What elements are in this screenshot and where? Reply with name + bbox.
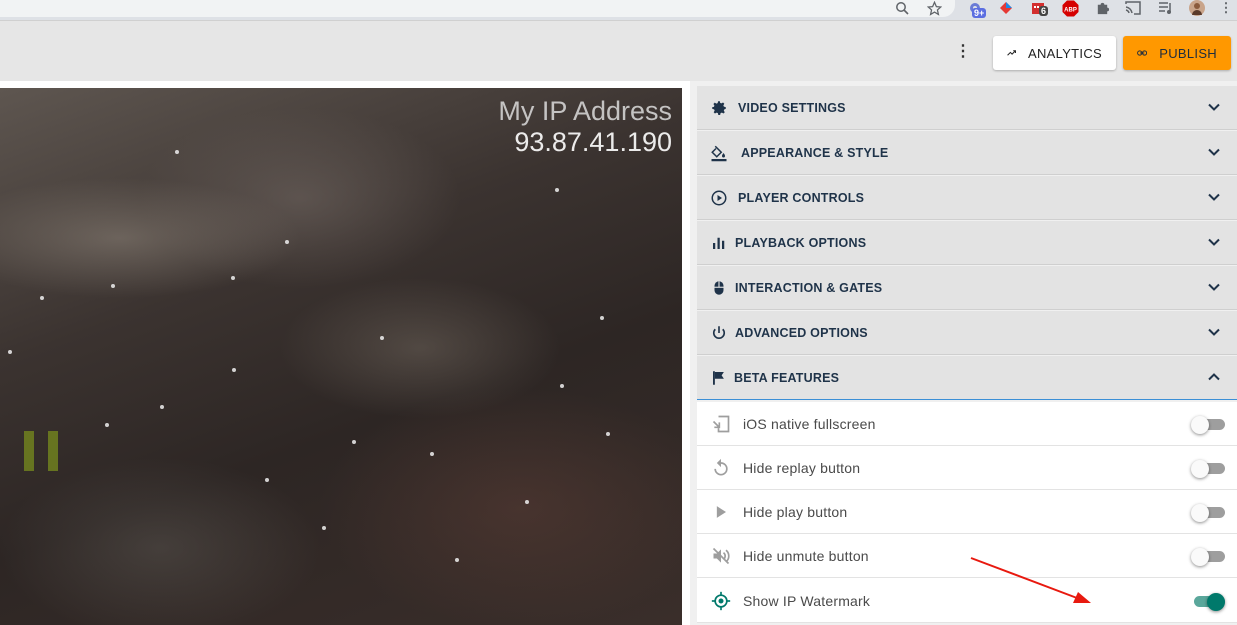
snow-particle [160,405,164,409]
ios-fullscreen-toggle[interactable] [1191,416,1225,434]
fullscreen-exit-icon [712,415,730,433]
zoom-icon[interactable] [893,0,911,16]
analytics-label: ANALYTICS [1028,45,1102,61]
more-options-icon[interactable]: ⋮ [955,43,971,61]
ip-watermark: My IP Address 93.87.41.190 [498,96,672,158]
feature-row-hide-play: Hide play button [697,490,1237,534]
snow-particle [265,478,269,482]
snow-particle [555,188,559,192]
play-icon [716,506,726,518]
section-playback-options[interactable]: PLAYBACK OPTIONS [697,221,1237,265]
section-beta-features[interactable]: BETA FEATURES [697,356,1237,400]
snow-particle [8,350,12,354]
section-title: ADVANCED OPTIONS [735,325,868,340]
volume-off-icon [712,547,730,565]
snow-particle [111,284,115,288]
gear-icon [712,101,726,115]
snow-particle [600,316,604,320]
snow-particle [352,440,356,444]
settings-panel: VIDEO SETTINGS APPEARANCE & STYLE PLAYER… [690,81,1237,625]
power-icon [712,326,726,339]
star-icon[interactable] [925,0,943,16]
analytics-button[interactable]: ANALYTICS [993,36,1116,70]
chevron-down-icon [1208,328,1220,336]
chevron-down-icon [1208,283,1220,291]
snow-particle [285,240,289,244]
chevron-down-icon [1208,193,1220,201]
feature-label: Show IP Watermark [743,593,871,609]
publish-label: PUBLISH [1159,45,1217,61]
browser-toolbar: 9+ 6 ABP ⋮ [0,0,1237,20]
section-video-settings[interactable]: VIDEO SETTINGS [697,86,1237,130]
media-icon[interactable] [1156,0,1174,16]
snow-particle [105,423,109,427]
snow-particle [380,336,384,340]
cast-icon[interactable] [1124,0,1142,16]
watermark-ip: 93.87.41.190 [514,127,672,157]
section-title: BETA FEATURES [734,370,840,385]
show-ip-watermark-toggle[interactable] [1191,593,1225,611]
paint-bucket-icon [711,145,727,162]
snow-particle [430,452,434,456]
extension-badge: 9+ [972,8,987,18]
snow-particle [455,558,459,562]
preview-divider [0,81,690,88]
flag-icon [713,371,724,385]
publish-button[interactable]: PUBLISH [1123,36,1231,70]
feature-label: Hide replay button [743,460,861,476]
hide-unmute-toggle[interactable] [1191,548,1225,566]
watermark-title: My IP Address [498,96,672,126]
section-advanced-options[interactable]: ADVANCED OPTIONS [697,311,1237,355]
chevron-down-icon [1208,103,1220,111]
pause-icon[interactable] [24,431,60,471]
extension-badge: 6 [1039,6,1049,16]
snow-particle [231,276,235,280]
section-title: INTERACTION & GATES [735,280,883,295]
feature-label: Hide unmute button [743,548,869,564]
profile-avatar[interactable] [1188,0,1206,16]
snow-particle [606,432,610,436]
snow-particle [232,368,236,372]
crosshair-icon [711,591,731,611]
feature-row-hide-replay: Hide replay button [697,446,1237,490]
feature-row-ios-fullscreen: iOS native fullscreen [697,402,1237,446]
replay-icon [714,458,728,476]
chevron-up-icon [1208,373,1220,381]
section-title: APPEARANCE & STYLE [741,145,889,160]
adblock-label: ABP [1064,7,1077,13]
hide-play-toggle[interactable] [1191,504,1225,522]
chevron-down-icon [1208,238,1220,246]
adblock-icon[interactable]: ABP [1061,0,1079,16]
play-circle-icon [711,190,727,206]
annotation-arrow [970,557,1091,603]
section-appearance-style[interactable]: APPEARANCE & STYLE [697,131,1237,175]
puzzle-icon[interactable] [1093,0,1111,16]
link-icon [1137,50,1148,56]
menu-icon[interactable]: ⋮ [1220,0,1233,16]
feature-label: iOS native fullscreen [743,416,876,432]
snow-particle [525,500,529,504]
section-title: PLAYER CONTROLS [738,190,865,205]
section-title: VIDEO SETTINGS [738,100,846,115]
section-title: PLAYBACK OPTIONS [735,235,867,250]
chevron-down-icon [1208,148,1220,156]
snow-particle [175,150,179,154]
section-interaction-gates[interactable]: INTERACTION & GATES [697,266,1237,310]
video-player[interactable]: My IP Address 93.87.41.190 [0,88,682,625]
trending-up-icon [1007,50,1016,56]
app-header: ⋮ ANALYTICS PUBLISH [0,20,1237,81]
hide-replay-toggle[interactable] [1191,460,1225,478]
mouse-icon [714,281,724,295]
section-player-controls[interactable]: PLAYER CONTROLS [697,176,1237,220]
snow-particle [322,526,326,530]
address-bar[interactable] [0,0,955,17]
extension-diamond-icon[interactable] [997,0,1015,16]
bar-chart-icon [713,237,725,249]
snow-particle [560,384,564,388]
feature-label: Hide play button [743,504,848,520]
snow-particle [40,296,44,300]
